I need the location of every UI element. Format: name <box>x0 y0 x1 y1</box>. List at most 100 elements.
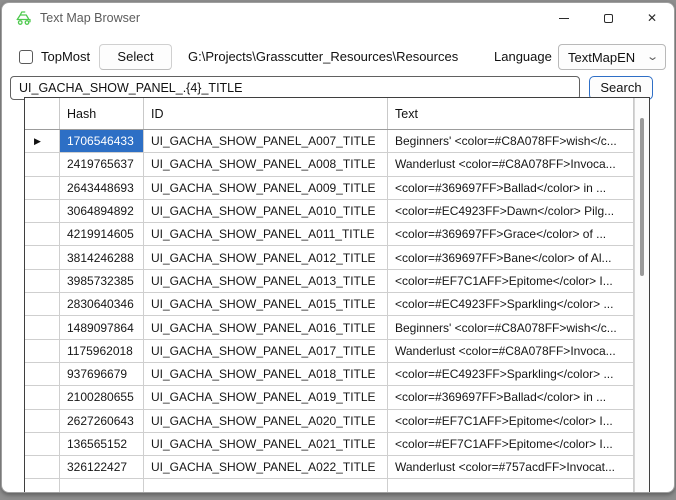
table-row[interactable]: 2830640346 UI_GACHA_SHOW_PANEL_A015_TITL… <box>25 293 634 316</box>
column-header-text[interactable]: Text <box>388 98 634 129</box>
row-header-cell[interactable] <box>25 293 60 315</box>
text-cell[interactable]: <color=#369697FF>Bane</color> of Al... <box>388 246 634 268</box>
minimize-button[interactable] <box>542 3 586 33</box>
id-cell[interactable]: UI_GACHA_SHOW_PANEL_A018_TITLE <box>144 363 388 385</box>
hash-cell[interactable]: 2830640346 <box>60 293 144 315</box>
table-row[interactable]: 4219914605 UI_GACHA_SHOW_PANEL_A011_TITL… <box>25 223 634 246</box>
hash-cell[interactable]: 937696679 <box>60 363 144 385</box>
id-cell[interactable]: UI_GACHA_SHOW_PANEL_A021_TITLE <box>144 433 388 455</box>
text-cell[interactable]: <color=#EF7C1AFF>Epitome</color> I... <box>388 270 634 292</box>
hash-cell[interactable]: 2643448693 <box>60 177 144 199</box>
row-header-cell[interactable] <box>25 200 60 222</box>
row-header-cell[interactable] <box>25 177 60 199</box>
window-title: Text Map Browser <box>40 11 140 25</box>
id-cell[interactable]: UI_GACHA_SHOW_PANEL_A011_TITLE <box>144 223 388 245</box>
id-cell[interactable]: UI_GACHA_SHOW_PANEL_A008_TITLE <box>144 153 388 175</box>
id-cell[interactable]: UI_GACHA_SHOW_PANEL_A022_TITLE <box>144 456 388 478</box>
table-row[interactable]: 3064894892 UI_GACHA_SHOW_PANEL_A010_TITL… <box>25 200 634 223</box>
column-header-hash[interactable]: Hash <box>60 98 144 129</box>
hash-cell[interactable]: 1489097864 <box>60 316 144 338</box>
hash-cell[interactable]: 3064894892 <box>60 200 144 222</box>
text-cell[interactable]: <color=#369697FF>Ballad</color> in ... <box>388 177 634 199</box>
hash-cell[interactable]: 2419765637 <box>60 153 144 175</box>
row-header-corner <box>25 98 60 129</box>
maximize-icon <box>604 14 613 23</box>
hash-cell[interactable]: 1175962018 <box>60 340 144 362</box>
row-header-cell[interactable] <box>25 386 60 408</box>
id-cell[interactable]: UI_GACHA_SHOW_PANEL_A016_TITLE <box>144 316 388 338</box>
row-header-cell[interactable] <box>25 479 60 493</box>
topmost-checkbox[interactable] <box>19 50 33 64</box>
select-button[interactable]: Select <box>99 44 172 70</box>
id-cell[interactable]: UI_GACHA_SHOW_PANEL_A015_TITLE <box>144 293 388 315</box>
table-row[interactable]: 2100280655 UI_GACHA_SHOW_PANEL_A019_TITL… <box>25 386 634 409</box>
hash-cell[interactable]: 326122427 <box>60 456 144 478</box>
text-cell[interactable]: <color=#369697FF>Ballad</color> in ... <box>388 386 634 408</box>
table-row[interactable] <box>25 479 634 493</box>
id-cell[interactable]: UI_GACHA_SHOW_PANEL_A013_TITLE <box>144 270 388 292</box>
close-button[interactable]: ✕ <box>630 3 674 33</box>
id-cell[interactable] <box>144 479 388 493</box>
text-cell[interactable]: Wanderlust <color=#C8A078FF>Invoca... <box>388 153 634 175</box>
hash-cell[interactable]: 2627260643 <box>60 410 144 432</box>
row-header-cell[interactable] <box>25 363 60 385</box>
id-cell[interactable]: UI_GACHA_SHOW_PANEL_A010_TITLE <box>144 200 388 222</box>
table-row[interactable]: 136565152 UI_GACHA_SHOW_PANEL_A021_TITLE… <box>25 433 634 456</box>
hash-cell[interactable]: 3985732385 <box>60 270 144 292</box>
text-cell[interactable]: <color=#EC4923FF>Dawn</color> Pilg... <box>388 200 634 222</box>
hash-cell[interactable]: 2100280655 <box>60 386 144 408</box>
table-row[interactable]: 3985732385 UI_GACHA_SHOW_PANEL_A013_TITL… <box>25 270 634 293</box>
id-cell[interactable]: UI_GACHA_SHOW_PANEL_A017_TITLE <box>144 340 388 362</box>
resource-path: G:\Projects\Grasscutter_Resources\Resour… <box>188 43 458 71</box>
text-cell[interactable]: Wanderlust <color=#C8A078FF>Invoca... <box>388 340 634 362</box>
id-cell[interactable]: UI_GACHA_SHOW_PANEL_A012_TITLE <box>144 246 388 268</box>
hash-cell[interactable]: 1706546433 <box>60 130 144 152</box>
language-dropdown[interactable]: TextMapEN ⌄ <box>558 44 666 70</box>
id-cell[interactable]: UI_GACHA_SHOW_PANEL_A020_TITLE <box>144 410 388 432</box>
maximize-button[interactable] <box>586 3 630 33</box>
row-header-cell[interactable]: ▶ <box>25 130 60 152</box>
table-row[interactable]: 1489097864 UI_GACHA_SHOW_PANEL_A016_TITL… <box>25 316 634 339</box>
row-header-cell[interactable] <box>25 340 60 362</box>
column-header-id[interactable]: ID <box>144 98 388 129</box>
hash-cell[interactable]: 136565152 <box>60 433 144 455</box>
grasscutter-logo-icon <box>15 9 33 27</box>
row-header-cell[interactable] <box>25 153 60 175</box>
id-cell[interactable]: UI_GACHA_SHOW_PANEL_A019_TITLE <box>144 386 388 408</box>
row-header-cell[interactable] <box>25 246 60 268</box>
text-cell[interactable]: <color=#EF7C1AFF>Epitome</color> I... <box>388 410 634 432</box>
vertical-scrollbar[interactable] <box>634 98 649 493</box>
row-header-cell[interactable] <box>25 316 60 338</box>
text-cell[interactable]: Wanderlust <color=#757acdFF>Invocat... <box>388 456 634 478</box>
id-cell[interactable]: UI_GACHA_SHOW_PANEL_A007_TITLE <box>144 130 388 152</box>
text-cell[interactable]: Beginners' <color=#C8A078FF>wish</c... <box>388 130 634 152</box>
text-cell[interactable]: Beginners' <color=#C8A078FF>wish</c... <box>388 316 634 338</box>
title-bar[interactable]: Text Map Browser ✕ <box>2 3 674 33</box>
row-header-cell[interactable] <box>25 223 60 245</box>
language-selected-value: TextMapEN <box>568 50 635 65</box>
table-row[interactable]: 2627260643 UI_GACHA_SHOW_PANEL_A020_TITL… <box>25 410 634 433</box>
table-row[interactable]: 2643448693 UI_GACHA_SHOW_PANEL_A009_TITL… <box>25 177 634 200</box>
row-header-cell[interactable] <box>25 456 60 478</box>
hash-cell[interactable]: 4219914605 <box>60 223 144 245</box>
hash-cell[interactable] <box>60 479 144 493</box>
table-body: Hash ID Text ▶ 1706546433 UI_GACHA_SHOW_… <box>25 98 634 493</box>
table-row[interactable]: ▶ 1706546433 UI_GACHA_SHOW_PANEL_A007_TI… <box>25 130 634 153</box>
row-header-cell[interactable] <box>25 433 60 455</box>
table-row[interactable]: 1175962018 UI_GACHA_SHOW_PANEL_A017_TITL… <box>25 340 634 363</box>
text-cell[interactable]: <color=#EF7C1AFF>Epitome</color> I... <box>388 433 634 455</box>
table-row[interactable]: 326122427 UI_GACHA_SHOW_PANEL_A022_TITLE… <box>25 456 634 479</box>
table-row[interactable]: 3814246288 UI_GACHA_SHOW_PANEL_A012_TITL… <box>25 246 634 269</box>
table-row[interactable]: 2419765637 UI_GACHA_SHOW_PANEL_A008_TITL… <box>25 153 634 176</box>
text-cell[interactable]: <color=#369697FF>Grace</color> of ... <box>388 223 634 245</box>
scrollbar-thumb[interactable] <box>640 118 644 276</box>
app-window: Text Map Browser ✕ TopMost Select G:\Pro… <box>1 2 675 493</box>
row-header-cell[interactable] <box>25 410 60 432</box>
text-cell[interactable]: <color=#EC4923FF>Sparkling</color> ... <box>388 293 634 315</box>
table-row[interactable]: 937696679 UI_GACHA_SHOW_PANEL_A018_TITLE… <box>25 363 634 386</box>
text-cell[interactable] <box>388 479 634 493</box>
text-cell[interactable]: <color=#EC4923FF>Sparkling</color> ... <box>388 363 634 385</box>
id-cell[interactable]: UI_GACHA_SHOW_PANEL_A009_TITLE <box>144 177 388 199</box>
row-header-cell[interactable] <box>25 270 60 292</box>
hash-cell[interactable]: 3814246288 <box>60 246 144 268</box>
